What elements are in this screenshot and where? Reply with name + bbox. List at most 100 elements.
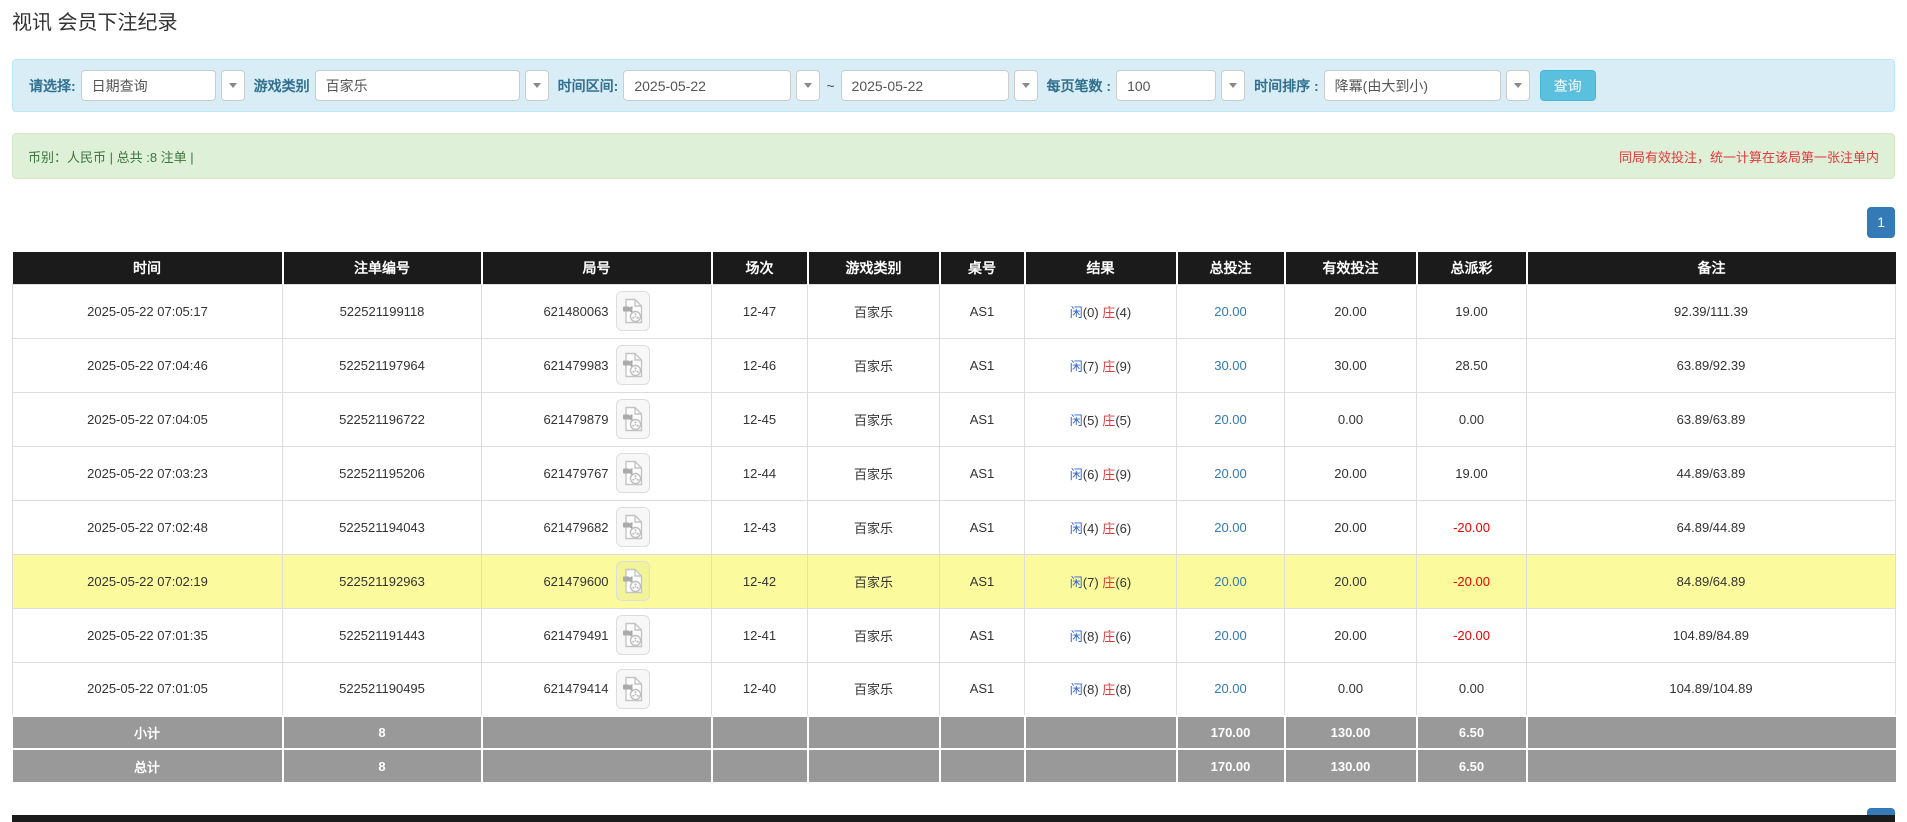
cell-valid-bet: 20.00 (1284, 499, 1417, 555)
game-type-label: 游戏类别 (253, 77, 310, 94)
date-to-dropdown-button[interactable] (1013, 70, 1038, 101)
notice-text: 同局有效投注，统一计算在该局第一张注单内 (1618, 149, 1879, 165)
video-replay-button[interactable] (615, 561, 650, 601)
game-type-dropdown-button[interactable] (524, 70, 549, 101)
cell-round-id: 621479879 (481, 391, 712, 447)
result-banker-label: 庄 (1102, 682, 1116, 698)
cell-game-type: 百家乐 (807, 337, 940, 393)
cell-round-id: 621479682 (481, 499, 712, 555)
video-replay-button[interactable] (615, 453, 650, 493)
cell-payout: 19.00 (1416, 445, 1527, 501)
cell-time: 2025-05-22 07:01:05 (12, 661, 283, 717)
total-total-bet: 170.00 (1176, 748, 1286, 782)
cell-note: 64.89/44.89 (1526, 499, 1896, 555)
result-banker-label: 庄 (1102, 574, 1116, 590)
date-from-select[interactable]: 2025-05-22 (623, 70, 792, 101)
header-result: 结果 (1024, 252, 1178, 284)
round-id-content: 621479682 (482, 507, 711, 547)
video-replay-button[interactable] (615, 507, 650, 547)
subtotal-total-bet: 170.00 (1176, 715, 1286, 749)
cell-total-bet: 20.00 (1176, 391, 1285, 447)
cell-total-bet: 30.00 (1176, 337, 1285, 393)
video-file-icon (622, 514, 642, 540)
round-id-content: 621479767 (482, 453, 711, 493)
cell-session: 12-47 (711, 283, 808, 339)
cell-bet-id: 522521197964 (282, 337, 482, 393)
total-bet-link[interactable]: 20.00 (1214, 412, 1247, 427)
result-player-score: (4) (1082, 520, 1103, 536)
video-file-icon (622, 676, 642, 701)
query-type-dropdown-button[interactable] (220, 70, 245, 101)
header-round-id: 局号 (481, 252, 713, 284)
result-banker-score: (4) (1115, 304, 1132, 320)
round-id-value: 621479491 (543, 627, 609, 643)
cell-time: 2025-05-22 07:03:23 (12, 445, 283, 501)
cell-result: 闲(6) 庄(9) (1024, 445, 1177, 501)
cell-total-bet: 20.00 (1176, 607, 1285, 663)
cell-bet-id: 522521199118 (282, 283, 482, 339)
video-replay-button[interactable] (615, 615, 650, 655)
sort-order-dropdown-button[interactable] (1505, 70, 1530, 101)
total-bet-link[interactable]: 20.00 (1214, 628, 1247, 643)
result-player-score: (8) (1082, 628, 1103, 644)
date-from-dropdown-button[interactable] (796, 70, 821, 101)
cell-game-type: 百家乐 (807, 391, 940, 447)
query-type-select[interactable]: 日期查询 (80, 70, 216, 101)
cell-time: 2025-05-22 07:04:05 (12, 391, 283, 447)
date-to-value: 2025-05-22 (851, 77, 924, 94)
date-to-select[interactable]: 2025-05-22 (840, 70, 1009, 101)
cell-note: 63.89/63.89 (1526, 391, 1896, 447)
result-player-label: 闲 (1069, 466, 1083, 482)
header-note: 备注 (1526, 252, 1896, 284)
video-replay-button[interactable] (615, 399, 650, 439)
cell-table-no: AS1 (939, 391, 1025, 447)
cell-note: 44.89/63.89 (1526, 445, 1896, 501)
cell-bet-id: 522521192963 (282, 553, 482, 609)
total-bet-link[interactable]: 20.00 (1214, 466, 1247, 481)
video-replay-button[interactable] (615, 291, 650, 331)
total-bet-link[interactable]: 20.00 (1214, 520, 1247, 535)
cell-bet-id: 522521190495 (282, 661, 482, 717)
cell-time: 2025-05-22 07:01:35 (12, 607, 283, 663)
search-button[interactable]: 查询 (1539, 70, 1596, 101)
chevron-down-icon (1021, 83, 1030, 88)
total-bet-link[interactable]: 20.00 (1214, 304, 1247, 319)
cell-round-id: 621479983 (481, 337, 712, 393)
video-replay-button[interactable] (615, 345, 650, 385)
cell-result: 闲(0) 庄(4) (1024, 283, 1177, 339)
cell-bet-id: 522521191443 (282, 607, 482, 663)
header-bet-id: 注单编号 (282, 252, 483, 284)
result-banker-score: (6) (1115, 574, 1132, 590)
subtotal-payout: 6.50 (1416, 715, 1528, 749)
subtotal-label: 小计 (12, 715, 284, 749)
cell-bet-id: 522521196722 (282, 391, 482, 447)
total-bet-link[interactable]: 20.00 (1214, 681, 1247, 696)
result-banker-score: (6) (1115, 520, 1132, 536)
currency-total-text: 币别：人民币 | 总共 :8 注单 | (28, 149, 194, 165)
total-bet-link[interactable]: 20.00 (1214, 574, 1247, 589)
cell-total-bet: 20.00 (1176, 499, 1285, 555)
table-row: 2025-05-22 07:04:46 522521197964 621479983… (12, 337, 1896, 393)
page-size-dropdown-button[interactable] (1221, 70, 1246, 101)
sort-order-select[interactable]: 降冪(由大到小) (1323, 70, 1501, 101)
result-player-label: 闲 (1069, 304, 1083, 320)
cell-bet-id: 522521195206 (282, 445, 482, 501)
result-banker-label: 庄 (1102, 412, 1116, 428)
result-banker-score: (9) (1115, 466, 1132, 482)
summary-bar: 币别：人民币 | 总共 :8 注单 | 同局有效投注，统一计算在该局第一张注单内 (12, 133, 1895, 179)
video-replay-button[interactable] (615, 668, 650, 709)
result-banker-label: 庄 (1102, 628, 1116, 644)
round-id-value: 621479879 (543, 411, 609, 427)
table-row: 2025-05-22 07:01:05 522521190495 621479414… (12, 661, 1896, 717)
total-bet-link[interactable]: 30.00 (1214, 358, 1247, 373)
sort-order-label: 时间排序 : (1254, 77, 1319, 94)
result-player-label: 闲 (1069, 574, 1083, 590)
page-size-select[interactable]: 100 (1116, 70, 1217, 101)
cell-table-no: AS1 (939, 499, 1025, 555)
header-game-type: 游戏类别 (807, 252, 941, 284)
round-id-value: 621480063 (543, 303, 609, 319)
pagination-page-1-button[interactable]: 1 (1867, 207, 1895, 238)
game-type-select[interactable]: 百家乐 (314, 70, 520, 101)
result-player-score: (8) (1082, 682, 1103, 698)
pagination-top: 1 (12, 207, 1895, 238)
